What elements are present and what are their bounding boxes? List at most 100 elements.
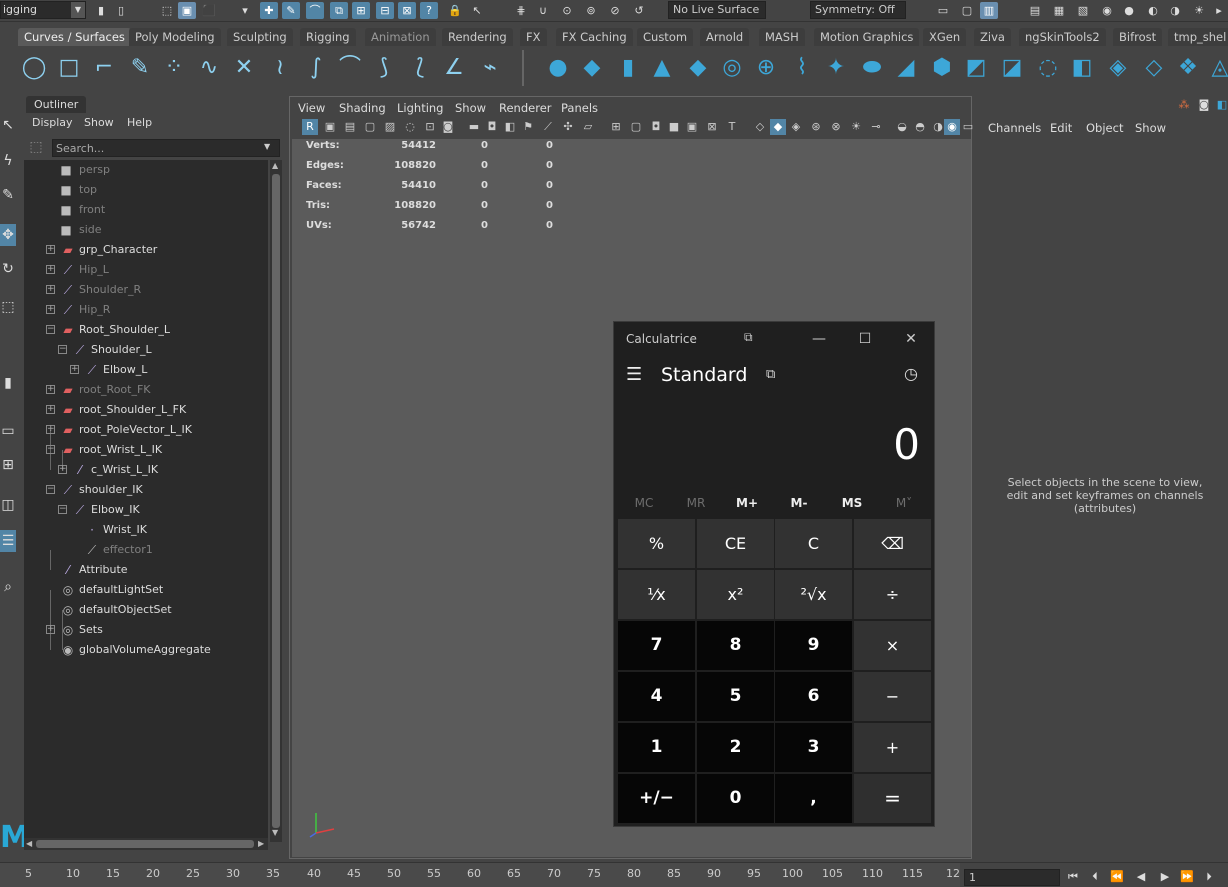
symmetry-dropdown[interactable]: Symmetry: Off bbox=[810, 1, 906, 19]
multiply-button[interactable]: × bbox=[854, 621, 931, 670]
trim-tool-icon[interactable]: ◈ bbox=[1104, 54, 1132, 82]
anti-aliasing-icon[interactable]: ◒ bbox=[894, 119, 910, 135]
open-scene-icon[interactable]: ▯ bbox=[112, 2, 130, 19]
expand-icon[interactable]: + bbox=[70, 365, 79, 374]
shadows-icon[interactable]: ⊛ bbox=[808, 119, 824, 135]
outliner-menu-help[interactable]: Help bbox=[127, 116, 152, 129]
outliner-title[interactable]: Outliner bbox=[26, 96, 87, 113]
step-back-frame-icon[interactable]: ⏪ bbox=[1108, 869, 1126, 885]
more-icon[interactable]: ▸ bbox=[1210, 2, 1228, 19]
scroll-down-icon[interactable]: ▼ bbox=[272, 828, 278, 837]
viewport-menu-show[interactable]: Show bbox=[455, 101, 486, 115]
outliner-row-shoulder-r[interactable]: + ⟋ Shoulder_R bbox=[24, 280, 268, 300]
channel-box-menu-edit[interactable]: Edit bbox=[1050, 121, 1072, 135]
square-surface-icon[interactable]: ◩ bbox=[962, 54, 990, 82]
gate-mask-icon[interactable]: ◧ bbox=[502, 119, 518, 135]
scroll-left-icon[interactable]: ◀ bbox=[26, 839, 32, 848]
lookdev-icon[interactable]: ◑ bbox=[1166, 2, 1184, 19]
rotate-tool-icon[interactable]: ↻ bbox=[0, 258, 16, 280]
outliner-row-persp[interactable]: ■ persp bbox=[24, 160, 268, 180]
expand-icon[interactable]: + bbox=[58, 465, 67, 474]
new-scene-icon[interactable]: ▮ bbox=[92, 2, 110, 19]
wireframe-icon[interactable]: ▢ bbox=[628, 119, 644, 135]
construction-history-icon[interactable]: ▢ bbox=[958, 2, 976, 19]
curve-detach-icon[interactable]: ∫ bbox=[302, 54, 330, 82]
scale-tool-icon[interactable]: ⬚ bbox=[0, 296, 16, 318]
step-back-key-icon[interactable]: ⏴ bbox=[1086, 869, 1104, 885]
camera-snapshot-icon[interactable]: ◙ bbox=[440, 119, 456, 135]
expand-icon[interactable]: + bbox=[46, 285, 55, 294]
depth-of-field-icon[interactable]: ◓ bbox=[912, 119, 928, 135]
film-gate-icon[interactable]: ▬ bbox=[466, 119, 482, 135]
arnold-render-icon[interactable]: ◐ bbox=[1144, 2, 1162, 19]
digit-9-button[interactable]: 9 bbox=[775, 621, 852, 670]
outliner-search-input[interactable] bbox=[52, 139, 280, 157]
scroll-up-icon[interactable]: ▲ bbox=[272, 161, 278, 170]
field-chart-icon[interactable]: ⚑ bbox=[520, 119, 536, 135]
digit-7-button[interactable]: 7 bbox=[618, 621, 695, 670]
resolution-gate-icon[interactable]: ◘ bbox=[484, 119, 500, 135]
keep-on-top-icon[interactable]: ⧉ bbox=[744, 330, 753, 345]
select-camera-icon[interactable]: R bbox=[302, 119, 318, 135]
scroll-thumb[interactable] bbox=[36, 840, 254, 848]
detach-surfaces-icon[interactable]: ◬ bbox=[1206, 54, 1228, 82]
rebuild-curve-icon[interactable]: ⟅ bbox=[406, 54, 434, 82]
select-by-misc-icon[interactable]: ? bbox=[420, 2, 438, 19]
tab-animation[interactable]: Animation bbox=[365, 28, 436, 46]
digit-1-button[interactable]: 1 bbox=[618, 723, 695, 772]
nurbs-cone-icon[interactable]: ▲ bbox=[648, 54, 676, 82]
outliner-row-defaultobjectset[interactable]: ◎ defaultObjectSet bbox=[24, 600, 268, 620]
outliner-row-root-shoulder-l-fk[interactable]: + ▰ root_Shoulder_L_FK bbox=[24, 400, 268, 420]
ipr-icon[interactable]: ▧ bbox=[1074, 2, 1092, 19]
xray-icon[interactable]: ⊠ bbox=[704, 119, 720, 135]
outliner-row-hip-l[interactable]: + ⟋ Hip_L bbox=[24, 260, 268, 280]
scroll-right-icon[interactable]: ▶ bbox=[258, 839, 264, 848]
safe-title-icon[interactable]: ✣ bbox=[560, 119, 576, 135]
memory-subtract-button[interactable]: M- bbox=[773, 496, 825, 510]
expand-icon[interactable]: + bbox=[46, 405, 55, 414]
square-root-button[interactable]: ²√x bbox=[775, 570, 852, 619]
tab-motion-graphics[interactable]: Motion Graphics bbox=[814, 28, 920, 46]
add-button[interactable]: + bbox=[854, 723, 931, 772]
birail-icon[interactable]: ◢ bbox=[892, 54, 920, 82]
safe-action-icon[interactable]: ⟋ bbox=[540, 119, 556, 135]
tab-fx-caching[interactable]: FX Caching bbox=[556, 28, 633, 46]
select-by-dynamic-icon[interactable]: ⊟ bbox=[376, 2, 394, 19]
layout-single-icon[interactable]: ▭ bbox=[0, 420, 16, 442]
backspace-button[interactable]: ⌫ bbox=[854, 519, 931, 568]
untrim-icon[interactable]: ◇ bbox=[1140, 54, 1168, 82]
expand-icon[interactable]: + bbox=[46, 425, 55, 434]
use-default-material-icon[interactable]: ■ bbox=[666, 119, 682, 135]
search-options-chevron-icon[interactable]: ▼ bbox=[264, 142, 270, 151]
tab-poly-modeling[interactable]: Poly Modeling bbox=[129, 28, 221, 46]
digit-2-button[interactable]: 2 bbox=[697, 723, 774, 772]
tab-curves-surfaces[interactable]: Curves / Surfaces bbox=[18, 28, 131, 46]
tab-rigging[interactable]: Rigging bbox=[300, 28, 356, 46]
memory-recall-button[interactable]: MR bbox=[670, 496, 722, 510]
last-tool-icon[interactable]: ▮ bbox=[0, 372, 16, 394]
collapse-icon[interactable]: − bbox=[58, 345, 67, 354]
expand-icon[interactable]: + bbox=[46, 625, 55, 634]
tab-mash[interactable]: MASH bbox=[759, 28, 805, 46]
outliner-row-wrist-ik[interactable]: · Wrist_IK bbox=[24, 520, 268, 540]
divide-button[interactable]: ÷ bbox=[854, 570, 931, 619]
project-curve-icon[interactable]: ◌ bbox=[1034, 54, 1062, 82]
intersect-surfaces-icon[interactable]: ◧ bbox=[1068, 54, 1096, 82]
channel-box-icon[interactable]: ◧ bbox=[1215, 98, 1228, 112]
nurbs-square-icon[interactable]: □ bbox=[55, 54, 83, 82]
channel-box-menu-channels[interactable]: Channels bbox=[988, 121, 1041, 135]
attach-surfaces-icon[interactable]: ❖ bbox=[1174, 54, 1202, 82]
bevel-plus-icon[interactable]: ◪ bbox=[998, 54, 1026, 82]
subtract-button[interactable]: − bbox=[854, 672, 931, 721]
select-by-curve-icon[interactable]: ⌒ bbox=[306, 2, 324, 19]
select-by-surface-icon[interactable]: ⧉ bbox=[330, 2, 348, 19]
select-by-joint-icon[interactable]: ✎ bbox=[282, 2, 300, 19]
lighting-icon[interactable]: ☀ bbox=[848, 119, 864, 135]
play-forwards-icon[interactable]: ▶ bbox=[1156, 869, 1174, 885]
outliner-row-root-shoulder-l[interactable]: − ▰ Root_Shoulder_L bbox=[24, 320, 268, 340]
attribute-editor-icon[interactable]: ◙ bbox=[1197, 98, 1211, 112]
outliner-row-attribute[interactable]: ⁄ Attribute bbox=[24, 560, 268, 580]
nurbs-sphere-icon[interactable]: ● bbox=[544, 54, 572, 82]
minimize-icon[interactable]: — bbox=[807, 328, 831, 350]
history-icon[interactable]: ◷ bbox=[904, 364, 918, 383]
